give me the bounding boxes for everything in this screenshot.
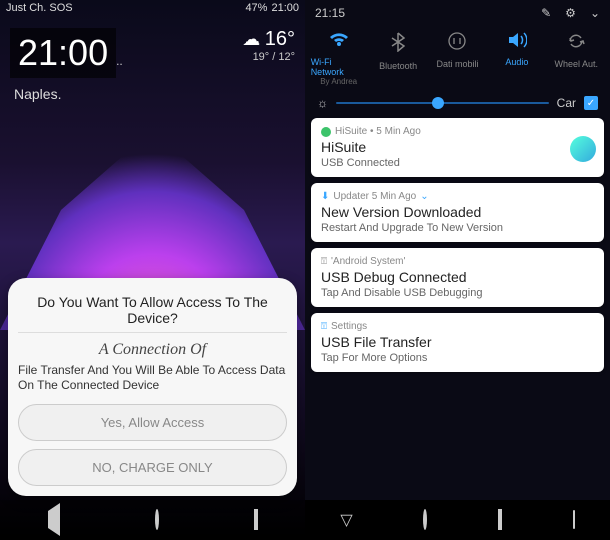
usb-access-dialog: Do You Want To Allow Access To The Devic… [8, 278, 297, 496]
status-time: 21:00 [271, 2, 299, 14]
notification-settings[interactable]: ⍔ Settings USB File Transfer Tap For More… [311, 313, 604, 372]
weather-block: ☁ 16° 19° / 12° [242, 28, 295, 63]
clock-time: 21:00 [10, 28, 116, 78]
notification-list: HiSuite • 5 Min Ago HiSuite USB Connecte… [305, 118, 610, 372]
dialog-body: File Transfer And You Will Be Able To Ac… [18, 363, 287, 394]
battery-percent: 47% [245, 2, 267, 14]
bluetooth-icon [391, 32, 405, 57]
app-icon [321, 127, 331, 137]
auto-brightness-label: Car [557, 96, 576, 110]
weather-high-low: 19° / 12° [242, 51, 295, 63]
mobile-data-icon [448, 32, 466, 55]
notification-title: HiSuite [321, 139, 594, 155]
allow-access-button[interactable]: Yes, Allow Access [18, 404, 287, 441]
qs-bluetooth[interactable]: Bluetooth [370, 32, 426, 86]
qs-label: Audio [505, 57, 528, 67]
dialog-subtitle: A Connection Of [18, 341, 287, 359]
recents-button[interactable] [498, 511, 502, 529]
clock-city: Naples. [14, 86, 123, 102]
charge-only-button[interactable]: NO, CHARGE ONLY [18, 449, 287, 486]
notification-meta: 'Android System' [331, 256, 405, 267]
notification-body: USB Connected [321, 157, 594, 169]
edit-icon[interactable]: ✎ [541, 6, 551, 20]
notification-title: New Version Downloaded [321, 204, 594, 220]
notification-hisuite[interactable]: HiSuite • 5 Min Ago HiSuite USB Connecte… [311, 118, 604, 177]
usb-icon: ⍔ [321, 321, 327, 332]
notification-body: Restart And Upgrade To New Version [321, 222, 594, 234]
wifi-icon [329, 32, 349, 53]
clock-weather-widget: 21:00 .. Naples. ☁ 16° 19° / 12° [0, 16, 305, 114]
notification-title: USB File Transfer [321, 334, 594, 350]
notification-title: USB Debug Connected [321, 269, 594, 285]
quick-settings-row: Wi-Fi Network By Andrea Bluetooth Dati m… [305, 30, 610, 88]
notification-meta: Settings [331, 321, 367, 332]
qs-label: Dati mobili [436, 59, 478, 69]
status-bar: Just Ch. SOS 47% 21:00 [0, 0, 305, 16]
notification-android-system[interactable]: ⍔ 'Android System' USB Debug Connected Ta… [311, 248, 604, 307]
weather-icon: ☁ [242, 29, 260, 49]
nav-bar: ▽ [305, 500, 610, 540]
brightness-row: ☼ Car ✓ [305, 88, 610, 118]
status-time: 21:15 [315, 6, 345, 20]
audio-icon [507, 32, 527, 53]
status-bar: 21:15 ✎ ⚙ ⌄ [305, 0, 610, 26]
home-button[interactable] [155, 511, 159, 529]
gear-icon[interactable]: ⚙ [565, 6, 576, 20]
recents-button[interactable] [254, 511, 258, 529]
clock-suffix: .. [116, 54, 123, 68]
qs-audio[interactable]: Audio [489, 32, 545, 86]
qs-label: Wi-Fi Network [311, 57, 367, 77]
notification-body: Tap And Disable USB Debugging [321, 287, 594, 299]
qs-wifi[interactable]: Wi-Fi Network By Andrea [311, 32, 367, 86]
brightness-slider[interactable] [336, 102, 549, 104]
back-button[interactable]: ▽ [340, 510, 352, 530]
home-button[interactable] [423, 511, 427, 529]
qs-mobile-data[interactable]: Dati mobili [429, 32, 485, 86]
auto-brightness-checkbox[interactable]: ✓ [584, 96, 598, 110]
weather-temp: 16° [265, 28, 295, 50]
back-button[interactable] [48, 511, 60, 529]
download-icon: ⬇ [321, 191, 329, 202]
qs-sublabel: By Andrea [320, 77, 357, 86]
notification-badge-icon [570, 136, 596, 162]
chevron-down-icon[interactable]: ⌄ [420, 191, 428, 202]
brightness-icon: ☼ [317, 96, 328, 110]
notification-body: Tap For More Options [321, 352, 594, 364]
chevron-down-icon[interactable]: ⌄ [590, 6, 600, 20]
keyboard-icon[interactable] [573, 511, 575, 529]
right-phone: 21:15 ✎ ⚙ ⌄ Wi-Fi Network By Andrea Blue… [305, 0, 610, 540]
left-phone: Just Ch. SOS 47% 21:00 21:00 .. Naples. … [0, 0, 305, 540]
notification-meta: HiSuite • 5 Min Ago [335, 126, 421, 137]
notification-updater[interactable]: ⬇ Updater 5 Min Ago ⌄ New Version Downloa… [311, 183, 604, 242]
carrier-label: Just Ch. SOS [6, 2, 73, 14]
nav-bar [0, 500, 305, 540]
usb-icon: ⍔ [321, 256, 327, 267]
qs-label: Wheel Aut. [554, 59, 598, 69]
notification-meta: Updater 5 Min Ago [333, 191, 416, 202]
qs-auto-rotate[interactable]: Wheel Aut. [548, 32, 604, 86]
rotate-icon [567, 32, 585, 55]
qs-label: Bluetooth [379, 61, 417, 71]
dialog-title: Do You Want To Allow Access To The Devic… [18, 288, 287, 333]
